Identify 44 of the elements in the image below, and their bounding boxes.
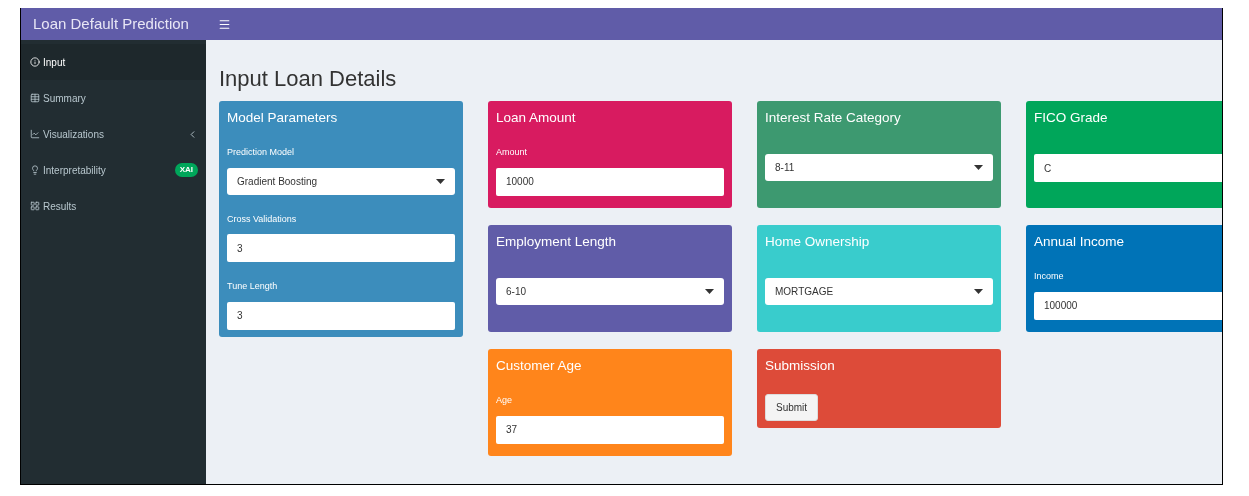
app-title: Loan Default Prediction — [33, 13, 189, 34]
input-field[interactable]: 3 — [227, 234, 455, 263]
menu-icon[interactable] — [218, 17, 231, 31]
input-field[interactable]: C — [1034, 154, 1222, 183]
select-field[interactable]: 6-10 — [496, 278, 724, 306]
card-title: Model Parameters — [227, 109, 339, 127]
sidebar-item[interactable]: Interpretability XAI — [21, 152, 206, 188]
badge: XAI — [174, 163, 198, 177]
select-field[interactable]: MORTGAGE — [765, 278, 993, 306]
sidebar-item[interactable]: Input — [21, 44, 206, 80]
card-title: Interest Rate Category — [765, 109, 902, 127]
grid-icon — [30, 201, 40, 211]
field-label: Income — [1034, 270, 1065, 284]
card-title: Annual Income — [1034, 233, 1126, 251]
caret-icon — [436, 178, 445, 184]
select-field[interactable]: 8-11 — [765, 154, 993, 182]
sidebar-item[interactable]: Visualizations — [21, 116, 206, 152]
chart-icon — [30, 129, 40, 139]
card-title: Submission — [765, 357, 836, 375]
sidebar-item[interactable]: Summary — [21, 80, 206, 116]
field-label: Prediction Model — [227, 146, 296, 160]
caret-icon — [974, 165, 983, 171]
card-title: Employment Length — [496, 233, 618, 251]
input-field[interactable]: 3 — [227, 301, 455, 330]
sidebar-item[interactable]: Results — [21, 188, 206, 224]
input-field[interactable]: 37 — [496, 415, 724, 444]
lightbulb-icon — [30, 165, 40, 175]
caret-icon — [974, 289, 983, 295]
info-icon — [30, 57, 40, 67]
card-title: Home Ownership — [765, 233, 871, 251]
caret-icon — [705, 289, 714, 295]
input-field[interactable]: 100000 — [1034, 291, 1222, 320]
table-icon — [30, 93, 40, 103]
field-label: Cross Validations — [227, 212, 298, 226]
field-label: Tune Length — [227, 280, 279, 294]
card-title: Customer Age — [496, 357, 583, 375]
field-label: Age — [496, 394, 513, 408]
submit-button[interactable]: Submit — [765, 394, 819, 422]
input-field[interactable]: 10000 — [496, 167, 724, 196]
card-title: Loan Amount — [496, 109, 577, 127]
card-title: FICO Grade — [1034, 109, 1109, 127]
page-title: Input Loan Details — [219, 68, 398, 90]
field-label: Amount — [496, 146, 529, 160]
select-field[interactable]: Gradient Boosting — [227, 167, 455, 195]
